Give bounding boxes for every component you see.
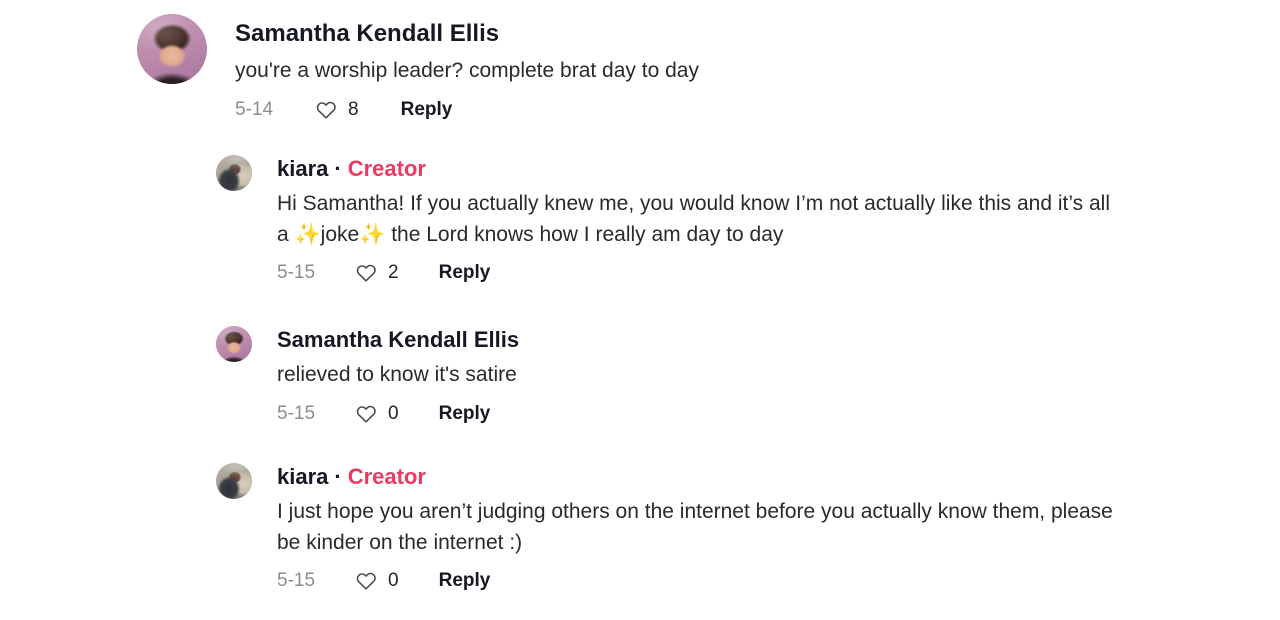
comment-body: Samantha Kendall Ellis relieved to know …	[277, 327, 519, 425]
comment-reply-3: kiara · Creator I just hope you aren’t j…	[216, 463, 1117, 592]
avatar-sheen	[137, 14, 207, 84]
author-name[interactable]: Samantha Kendall Ellis	[277, 327, 519, 353]
sparkles-emoji: ✨	[359, 222, 386, 246]
avatar[interactable]	[216, 326, 252, 362]
comment-root: Samantha Kendall Ellis you're a worship …	[137, 14, 699, 121]
heart-icon[interactable]	[315, 99, 337, 121]
comment-date: 5-15	[277, 570, 316, 592]
like-group[interactable]: 2	[355, 262, 399, 284]
comment-date: 5-15	[277, 262, 316, 284]
like-group[interactable]: 8	[315, 99, 359, 121]
avatar-sheen	[216, 155, 252, 191]
author-name[interactable]: Samantha Kendall Ellis	[235, 20, 499, 49]
comment-reply-2: Samantha Kendall Ellis relieved to know …	[216, 326, 519, 425]
heart-icon[interactable]	[355, 262, 377, 284]
like-count: 0	[388, 402, 399, 424]
author-line: kiara · Creator	[277, 156, 1117, 182]
avatar[interactable]	[137, 14, 207, 84]
comment-text: I just hope you aren’t judging others on…	[277, 500, 1113, 554]
creator-separator: ·	[334, 156, 342, 181]
avatar-sheen	[216, 463, 252, 499]
like-count: 2	[388, 262, 399, 284]
author-line: kiara · Creator	[277, 464, 1117, 490]
author-name[interactable]: kiara	[277, 464, 328, 490]
heart-icon[interactable]	[355, 403, 377, 425]
reply-button[interactable]: Reply	[439, 403, 491, 425]
comment-text: relieved to know it's satire	[277, 363, 517, 387]
meta-row: 5-15 2 Reply	[277, 262, 1117, 284]
creator-badge: Creator	[347, 156, 426, 181]
comment-date: 5-15	[277, 402, 316, 424]
like-count: 8	[348, 99, 359, 121]
like-group[interactable]: 0	[355, 570, 399, 592]
comment-reply-1: kiara · Creator Hi Samantha! If you actu…	[216, 155, 1117, 284]
creator-badge: Creator	[347, 464, 426, 489]
author-line: Samantha Kendall Ellis	[235, 20, 699, 49]
meta-row: 5-15 0 Reply	[277, 570, 1117, 592]
sparkles-emoji: ✨	[294, 222, 321, 246]
comment-text: you're a worship leader? complete brat d…	[235, 58, 699, 82]
author-line: Samantha Kendall Ellis	[277, 327, 519, 353]
heart-icon[interactable]	[355, 570, 377, 592]
reply-button[interactable]: Reply	[401, 99, 453, 121]
reply-button[interactable]: Reply	[439, 570, 491, 592]
like-count: 0	[388, 570, 399, 592]
meta-row: 5-14 8 Reply	[235, 99, 699, 121]
meta-row: 5-15 0 Reply	[277, 403, 519, 425]
comment-text: Hi Samantha! If you actually knew me, yo…	[277, 192, 1111, 246]
comment-thread: Samantha Kendall Ellis you're a worship …	[0, 0, 1280, 620]
avatar[interactable]	[216, 155, 252, 191]
creator-separator: ·	[334, 464, 342, 489]
comment-body: kiara · Creator Hi Samantha! If you actu…	[277, 156, 1117, 284]
reply-button[interactable]: Reply	[439, 262, 491, 284]
comment-body: Samantha Kendall Ellis you're a worship …	[235, 20, 699, 121]
avatar-sheen	[216, 326, 252, 362]
author-name[interactable]: kiara	[277, 156, 328, 182]
avatar[interactable]	[216, 463, 252, 499]
comment-date: 5-14	[235, 99, 274, 121]
comment-body: kiara · Creator I just hope you aren’t j…	[277, 464, 1117, 592]
like-group[interactable]: 0	[355, 403, 399, 425]
